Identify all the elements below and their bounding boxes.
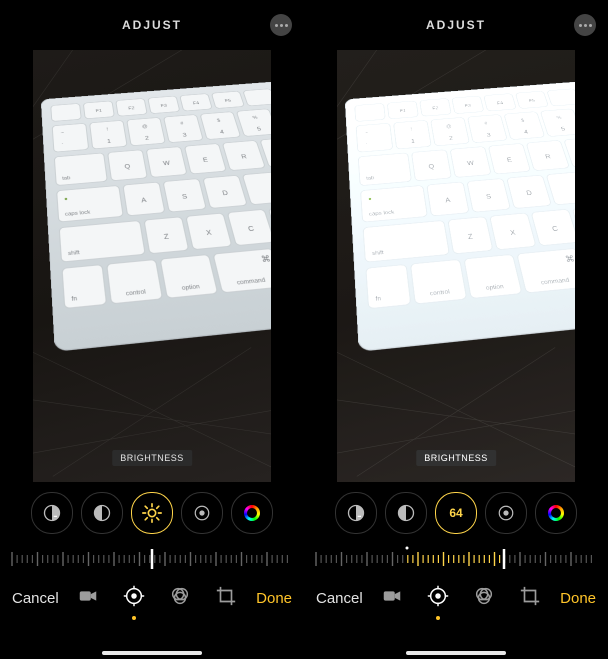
svg-text:fn: fn	[71, 295, 78, 303]
svg-text:fn: fn	[375, 295, 382, 303]
tool-highlights[interactable]	[485, 492, 527, 534]
more-button[interactable]	[270, 14, 292, 36]
adjustment-tool-row[interactable]	[0, 482, 304, 544]
tool-color[interactable]	[535, 492, 577, 534]
svg-text:tab: tab	[366, 175, 375, 182]
keyboard-photo: F1 F2 F3 F4 F5 ~` 1! 2@ 3# 4$ 5% tab Q W…	[345, 78, 575, 354]
mode-crop[interactable]	[519, 585, 541, 612]
contrast-icon	[396, 503, 416, 523]
svg-text:⌘: ⌘	[260, 254, 271, 264]
mode-icons	[77, 585, 237, 612]
svg-text:shift: shift	[372, 249, 385, 257]
color-icon	[244, 505, 260, 521]
svg-text:~: ~	[61, 131, 65, 136]
contrast-icon	[92, 503, 112, 523]
image-preview[interactable]: F1 F2 F3 F4 F5 ~` 1! 2@ 3# 4$ 5% tab Q W…	[33, 50, 271, 482]
tool-contrast[interactable]	[81, 492, 123, 534]
svg-text:@: @	[142, 124, 149, 130]
svg-text:W: W	[467, 161, 475, 167]
page-title: ADJUST	[426, 18, 486, 32]
bottom-bar: Cancel Done	[304, 574, 608, 622]
adjustment-label: BRIGHTNESS	[416, 450, 496, 466]
svg-text:~: ~	[365, 131, 369, 136]
svg-text:@: @	[446, 124, 453, 130]
image-preview[interactable]: F1 F2 F3 F4 F5 ~` 1! 2@ 3# 4$ 5% tab Q W…	[337, 50, 575, 482]
tool-brightness[interactable]: 64	[435, 492, 477, 534]
svg-text:Q: Q	[428, 164, 435, 170]
adjustment-slider[interactable]	[304, 544, 608, 574]
bottom-bar: Cancel Done	[0, 574, 304, 622]
svg-text:F3: F3	[464, 103, 472, 108]
keyboard-photo: F1 F2 F3 F4 F5 ~` 1! 2@ 3# 4$ 5% tab Q W…	[41, 78, 271, 354]
home-indicator[interactable]	[102, 651, 202, 655]
highlights-icon	[193, 504, 211, 522]
mode-adjust[interactable]	[427, 585, 449, 612]
phone-left: ADJUST F1 F2 F3 F4 F5	[0, 0, 304, 659]
svg-text:shift: shift	[68, 249, 81, 257]
brightness-icon	[141, 502, 163, 524]
page-title: ADJUST	[122, 18, 182, 32]
phone-right: ADJUST F1 F2 F3 F4 F5 ~` 1! 2@	[304, 0, 608, 659]
tool-brightness[interactable]	[131, 492, 173, 534]
tool-contrast[interactable]	[385, 492, 427, 534]
mode-filters[interactable]	[169, 585, 191, 612]
cancel-button[interactable]: Cancel	[316, 590, 363, 607]
mode-icons	[381, 585, 541, 612]
tool-exposure[interactable]	[335, 492, 377, 534]
tool-highlights[interactable]	[181, 492, 223, 534]
exposure-icon	[42, 503, 62, 523]
mode-video[interactable]	[77, 585, 99, 612]
exposure-icon	[346, 503, 366, 523]
adjustment-label: BRIGHTNESS	[112, 450, 192, 466]
cancel-button[interactable]: Cancel	[12, 590, 59, 607]
mode-adjust[interactable]	[123, 585, 145, 612]
done-button[interactable]: Done	[256, 590, 292, 607]
svg-text:⌘: ⌘	[564, 254, 575, 264]
more-button[interactable]	[574, 14, 596, 36]
svg-text:F1: F1	[95, 108, 102, 113]
color-icon	[548, 505, 564, 521]
svg-text:W: W	[163, 161, 171, 167]
done-button[interactable]: Done	[560, 590, 596, 607]
brightness-value: 64	[449, 506, 462, 520]
svg-text:F2: F2	[432, 106, 439, 111]
svg-text:S: S	[486, 194, 492, 201]
home-indicator[interactable]	[406, 651, 506, 655]
svg-text:S: S	[182, 194, 188, 201]
svg-text:F1: F1	[399, 108, 406, 113]
top-bar: ADJUST	[0, 0, 304, 50]
svg-text:F2: F2	[128, 106, 135, 111]
adjustment-tool-row[interactable]: 64	[304, 482, 608, 544]
tool-exposure[interactable]	[31, 492, 73, 534]
mode-video[interactable]	[381, 585, 403, 612]
mode-filters[interactable]	[473, 585, 495, 612]
adjustment-slider[interactable]	[0, 544, 304, 574]
tool-color[interactable]	[231, 492, 273, 534]
highlights-icon	[497, 504, 515, 522]
mode-crop[interactable]	[215, 585, 237, 612]
svg-text:F3: F3	[160, 103, 168, 108]
top-bar: ADJUST	[304, 0, 608, 50]
svg-text:Q: Q	[124, 164, 131, 170]
svg-text:tab: tab	[62, 175, 71, 182]
